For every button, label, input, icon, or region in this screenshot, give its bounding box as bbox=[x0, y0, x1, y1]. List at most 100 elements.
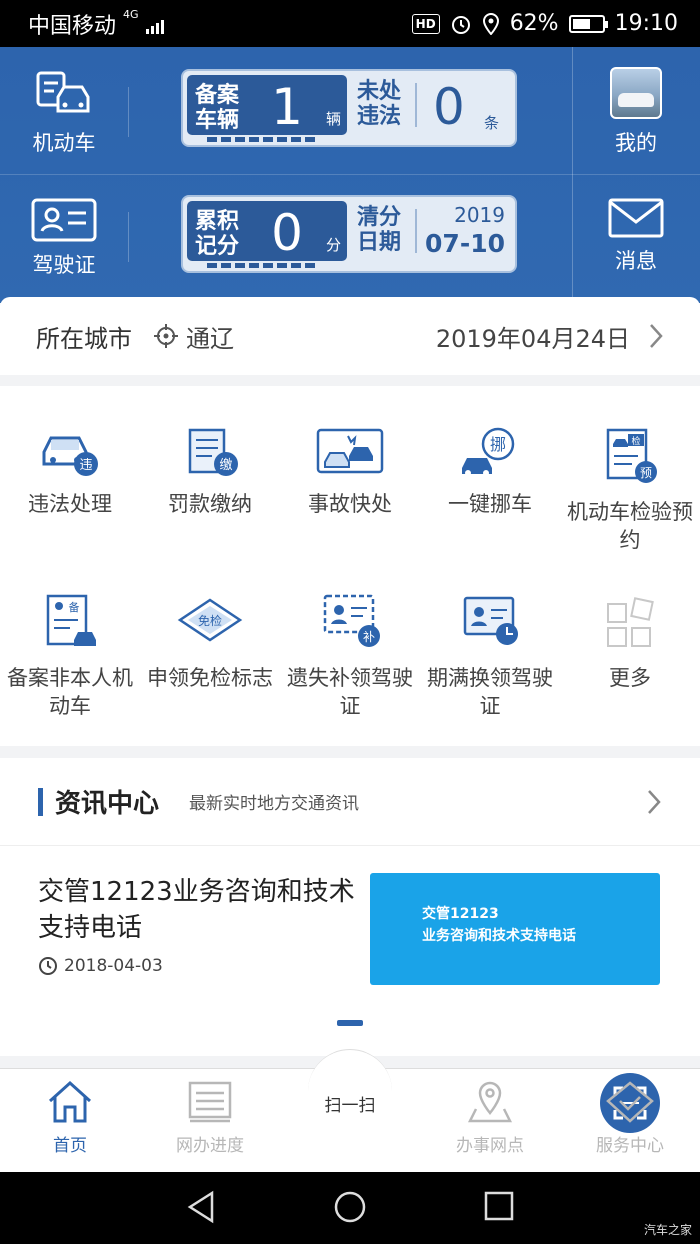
tab-label: 首页 bbox=[53, 1136, 87, 1156]
service-label: 更多 bbox=[609, 666, 651, 690]
register-vehicle-icon: 备 bbox=[46, 594, 96, 646]
accumulated-points-unit: 分 bbox=[325, 236, 341, 254]
inspection-booking-icon: 检预 bbox=[606, 428, 657, 483]
signal-icon bbox=[145, 19, 164, 34]
license-label: 驾驶证 bbox=[32, 253, 96, 277]
registered-vehicles-label: 备案车辆 bbox=[195, 83, 240, 133]
battery-icon bbox=[568, 14, 608, 33]
news-header[interactable]: 资讯中心 最新实时地方交通资讯 bbox=[0, 758, 700, 846]
service-label: 遗失补领驾驶证 bbox=[287, 666, 413, 718]
network-type: 4G bbox=[123, 7, 139, 21]
vehicle-label: 机动车 bbox=[32, 131, 96, 155]
service-label: 期满换领驾驶证 bbox=[427, 666, 553, 718]
system-nav-bar: 汽车之家 bbox=[0, 1172, 700, 1244]
registered-vehicles-count: 1 bbox=[271, 78, 303, 136]
news-item-image[interactable]: 交管12123 业务咨询和技术支持电话 bbox=[370, 873, 660, 985]
service-more[interactable]: 更多 bbox=[560, 592, 700, 692]
exempt-sticker-icon: 免检 bbox=[177, 598, 243, 642]
news-item-title[interactable]: 交管12123业务咨询和技术支持电话 bbox=[38, 874, 358, 946]
service-grid: 违 违法处理 缴 罚款缴纳 事故快处 挪 一键挪车 检预 机动车检验预约 备 备… bbox=[0, 386, 700, 746]
news-image-line2: 业务咨询和技术支持电话 bbox=[422, 928, 576, 944]
news-image-line1: 交管12123 bbox=[422, 906, 499, 922]
registered-vehicles-card[interactable]: 备案车辆 1 辆 未处违法 0 条 bbox=[181, 69, 517, 147]
points-card[interactable]: 累积记分 0 分 清分日期 2019 07-10 bbox=[181, 195, 517, 273]
home-icon bbox=[48, 1080, 92, 1123]
progress-icon bbox=[188, 1081, 232, 1123]
city-name: 通辽 bbox=[186, 324, 234, 353]
locate-crosshair-icon bbox=[154, 324, 178, 348]
service-label: 申领免检标志 bbox=[147, 666, 273, 690]
service-fine[interactable]: 缴 罚款缴纳 bbox=[140, 426, 280, 518]
avatar bbox=[610, 67, 662, 119]
tab-label: 办事网点 bbox=[456, 1136, 524, 1156]
fine-payment-icon: 缴 bbox=[188, 428, 238, 476]
svg-text:违: 违 bbox=[79, 458, 92, 473]
clock-icon bbox=[39, 957, 57, 975]
svg-text:缴: 缴 bbox=[219, 458, 232, 473]
service-center-icon bbox=[606, 1081, 654, 1123]
service-label: 事故快处 bbox=[308, 492, 392, 516]
registered-vehicles-unit: 辆 bbox=[325, 110, 341, 128]
accumulated-points-value: 0 bbox=[271, 204, 303, 262]
unresolved-violations-label: 未处违法 bbox=[357, 79, 402, 129]
recents-icon[interactable] bbox=[484, 1190, 514, 1224]
battery-percent: 62% bbox=[509, 11, 559, 36]
city-label: 所在城市 bbox=[36, 324, 132, 353]
service-label: 备案非本人机动车 bbox=[7, 666, 133, 718]
mine-entry[interactable]: 我的 bbox=[586, 67, 686, 157]
unresolved-violations-unit: 条 bbox=[483, 114, 499, 132]
more-grid-icon bbox=[607, 597, 654, 647]
news-carousel: 交管12123业务咨询和技术支持电话 2018-04-03 交管12123 业务… bbox=[0, 846, 700, 1056]
car-violation-icon: 违 bbox=[42, 436, 98, 476]
hd-badge: HD bbox=[411, 13, 440, 34]
service-violation[interactable]: 违 违法处理 bbox=[0, 426, 140, 518]
license-entry[interactable]: 驾驶证 bbox=[14, 197, 114, 279]
watermark: 汽车之家 bbox=[643, 1223, 692, 1237]
tab-progress[interactable]: 网办进度 bbox=[140, 1079, 280, 1156]
carrier-name: 中国移动 bbox=[28, 13, 117, 39]
location-pin-icon bbox=[482, 12, 499, 35]
service-label: 一键挪车 bbox=[448, 492, 532, 516]
tab-service-center[interactable]: 服务中心 bbox=[560, 1079, 700, 1156]
service-register-vehicle[interactable]: 备 备案非本人机动车 bbox=[0, 592, 140, 720]
tab-home[interactable]: 首页 bbox=[0, 1079, 140, 1156]
tab-scan[interactable]: 扫一扫 bbox=[280, 1073, 660, 1133]
clear-date-day: 07-10 bbox=[425, 229, 505, 258]
service-renew-license[interactable]: 期满换领驾驶证 bbox=[420, 592, 560, 720]
service-move-car[interactable]: 挪 一键挪车 bbox=[420, 426, 560, 518]
home-nav-icon[interactable] bbox=[333, 1190, 367, 1224]
service-accident[interactable]: 事故快处 bbox=[280, 426, 420, 518]
chevron-right-icon bbox=[650, 324, 663, 348]
svg-text:备: 备 bbox=[69, 600, 80, 614]
vehicle-icon bbox=[36, 71, 90, 113]
tab-service-points[interactable]: 办事网点 bbox=[420, 1079, 560, 1156]
svg-text:预: 预 bbox=[640, 466, 652, 480]
svg-text:检: 检 bbox=[631, 435, 640, 447]
accumulated-points-label: 累积记分 bbox=[195, 209, 240, 259]
status-bar: 中国移动 4G HD 62% 19:10 bbox=[0, 0, 700, 47]
unresolved-violations-count: 0 bbox=[433, 78, 465, 136]
clear-date-year: 2019 bbox=[454, 203, 505, 227]
tab-label: 网办进度 bbox=[176, 1136, 244, 1156]
mine-label: 我的 bbox=[615, 131, 657, 155]
city-row[interactable]: 所在城市 通辽 2019年04月24日 bbox=[0, 297, 700, 375]
svg-text:补: 补 bbox=[363, 630, 375, 644]
account-summary-panel: 机动车 驾驶证 备案车辆 1 辆 未处违法 0 条 累积记分 0 分 清分日期 … bbox=[0, 47, 700, 303]
news-item-date: 2018-04-03 bbox=[64, 956, 163, 976]
tab-label: 扫一扫 bbox=[324, 1096, 376, 1116]
tab-label: 服务中心 bbox=[596, 1136, 664, 1156]
svg-text:免检: 免检 bbox=[198, 613, 222, 628]
clear-date-label: 清分日期 bbox=[357, 205, 402, 255]
move-car-icon: 挪 bbox=[462, 427, 515, 476]
svg-text:挪: 挪 bbox=[490, 435, 506, 454]
service-exempt-sticker[interactable]: 免检 申领免检标志 bbox=[140, 592, 280, 692]
envelope-icon bbox=[608, 198, 664, 238]
service-label: 违法处理 bbox=[28, 492, 112, 516]
messages-label: 消息 bbox=[615, 249, 657, 273]
back-icon[interactable] bbox=[186, 1190, 216, 1224]
service-inspection-booking[interactable]: 检预 机动车检验预约 bbox=[560, 426, 700, 554]
vehicle-entry[interactable]: 机动车 bbox=[14, 69, 114, 157]
service-reissue-license[interactable]: 补 遗失补领驾驶证 bbox=[280, 592, 420, 720]
messages-entry[interactable]: 消息 bbox=[586, 197, 686, 275]
carousel-indicator bbox=[337, 1020, 363, 1026]
